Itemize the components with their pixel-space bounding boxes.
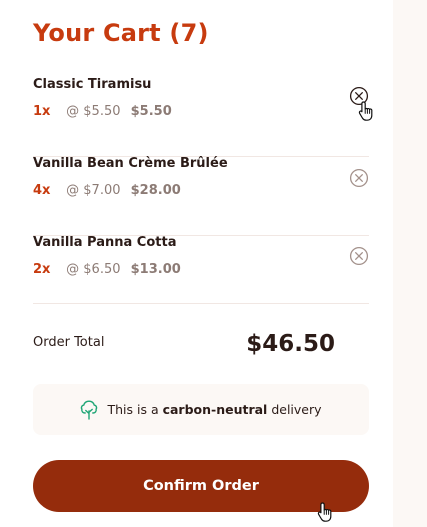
hand-pointer-icon xyxy=(317,502,332,522)
item-unit-price: @ $7.00 xyxy=(66,183,121,198)
item-meta: 1x @ $5.50 $5.50 xyxy=(33,104,172,119)
item-meta: 4x @ $7.00 $28.00 xyxy=(33,183,181,198)
item-name: Vanilla Bean Crème Brûlée xyxy=(33,156,228,171)
item-unit-price: @ $6.50 xyxy=(66,262,121,277)
item-unit-price: @ $5.50 xyxy=(66,104,121,119)
remove-circle-icon xyxy=(349,246,369,266)
carbon-note-emphasis: carbon-neutral xyxy=(162,402,268,417)
item-quantity: 1x xyxy=(33,104,51,119)
remove-item-button[interactable] xyxy=(349,168,369,188)
item-quantity: 2x xyxy=(33,262,51,277)
carbon-note-suffix: delivery xyxy=(267,402,322,417)
order-total-label: Order Total xyxy=(33,335,105,350)
cart-title: Your Cart (7) xyxy=(33,19,209,47)
cart-item: Vanilla Panna Cotta 2x @ $6.50 $13.00 xyxy=(33,235,369,304)
cart-panel: Your Cart (7) Classic Tiramisu 1x @ $5.5… xyxy=(0,0,393,527)
cart-item: Classic Tiramisu 1x @ $5.50 $5.50 xyxy=(33,77,369,157)
carbon-note-text: This is a carbon-neutral delivery xyxy=(107,402,321,417)
item-subtotal: $13.00 xyxy=(130,262,181,277)
carbon-note-prefix: This is a xyxy=(107,402,163,417)
order-total-value: $46.50 xyxy=(246,331,335,357)
item-subtotal: $5.50 xyxy=(130,104,172,119)
hand-pointer-icon xyxy=(358,101,373,121)
tree-icon xyxy=(81,400,98,420)
remove-circle-icon xyxy=(349,168,369,188)
item-quantity: 4x xyxy=(33,183,51,198)
cart-item: Vanilla Bean Crème Brûlée 4x @ $7.00 $28… xyxy=(33,156,369,236)
item-subtotal: $28.00 xyxy=(130,183,181,198)
item-name: Classic Tiramisu xyxy=(33,77,152,92)
item-name: Vanilla Panna Cotta xyxy=(33,235,177,250)
remove-item-button[interactable] xyxy=(349,246,369,266)
carbon-neutral-note: This is a carbon-neutral delivery xyxy=(33,384,369,435)
item-meta: 2x @ $6.50 $13.00 xyxy=(33,262,181,277)
